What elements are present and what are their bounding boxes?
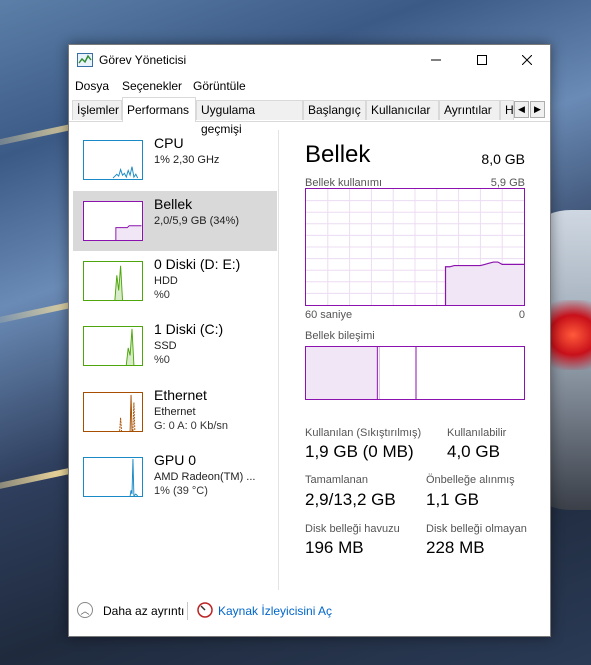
sidebar-item-detail: 1% 2,30 GHz — [154, 154, 220, 166]
menu-bar: Dosya Seçenekler Görüntüle — [69, 76, 550, 96]
tab-processes[interactable]: İşlemler — [72, 100, 122, 120]
stat-available-label: Kullanılabilir — [447, 427, 507, 439]
menu-file[interactable]: Dosya — [75, 79, 109, 93]
stat-committed-value: 2,9/13,2 GB — [305, 490, 396, 509]
sidebar-item-detail: 2,0/5,9 GB (34%) — [154, 215, 239, 227]
graph-axis-right: 0 — [518, 309, 525, 321]
stat-committed-label: Tamamlanan — [305, 474, 368, 486]
title-bar[interactable]: Görev Yöneticisi — [69, 45, 550, 75]
open-resource-monitor-link[interactable]: Kaynak İzleyicisini Aç — [218, 604, 332, 618]
window-title: Görev Yöneticisi — [99, 53, 187, 67]
sidebar-item-name: Bellek — [154, 196, 193, 212]
menu-options[interactable]: Seçenekler — [122, 79, 182, 93]
sidebar-item-name: CPU — [154, 135, 184, 151]
sidebar-item-detail: AMD Radeon(TM) ... — [154, 471, 256, 483]
stat-nonpaged-pool-value: 228 MB — [426, 538, 485, 557]
composition-label: Bellek bileşimi — [305, 330, 375, 342]
usage-area — [445, 262, 524, 305]
stat-cached-label: Önbelleğe alınmış — [426, 474, 515, 486]
minimize-icon — [431, 59, 441, 61]
sidebar-item-usage: 1% (39 °C) — [154, 485, 208, 497]
sidebar-item-cpu[interactable]: CPU 1% 2,30 GHz — [73, 130, 277, 190]
close-button[interactable] — [504, 45, 550, 75]
memory-total: 8,0 GB — [481, 151, 525, 167]
sidebar-item-detail: HDD — [154, 275, 178, 287]
chevron-left-icon: ◀ — [518, 104, 525, 114]
tab-users[interactable]: Kullanıcılar — [366, 100, 439, 120]
performance-sidebar: CPU 1% 2,30 GHz Bellek 2,0/5,9 GB (34%) … — [72, 130, 279, 590]
memory-thumbnail-graph — [83, 201, 143, 241]
stat-nonpaged-label-clip: Disk belleği olmayan — [426, 523, 527, 537]
tab-details[interactable]: Ayrıntılar — [439, 100, 500, 120]
tab-scroll-right[interactable]: ▶ — [530, 101, 545, 118]
maximize-button[interactable] — [459, 45, 505, 75]
sidebar-item-memory[interactable]: Bellek 2,0/5,9 GB (34%) — [73, 191, 277, 251]
sidebar-item-name: 0 Diski (D: E:) — [154, 256, 241, 272]
composition-in-use — [306, 347, 378, 399]
minimize-button[interactable] — [413, 45, 459, 75]
sidebar-item-usage: %0 — [154, 289, 170, 301]
sidebar-item-detail: SSD — [154, 340, 177, 352]
stat-available-value: 4,0 GB — [447, 442, 500, 461]
disk-1-thumbnail-graph — [83, 326, 143, 366]
sidebar-item-gpu[interactable]: GPU 0 AMD Radeon(TM) ... 1% (39 °C) — [73, 447, 277, 507]
tab-strip: İşlemler Performans Uygulama geçmişi Baş… — [69, 97, 550, 136]
ethernet-thumbnail-graph — [83, 392, 143, 432]
cpu-thumbnail-graph — [83, 140, 143, 180]
sidebar-item-name: GPU 0 — [154, 452, 197, 468]
stat-in-use-label: Kullanılan (Sıkıştırılmış) — [305, 427, 422, 439]
menu-view[interactable]: Görüntüle — [193, 79, 246, 93]
sidebar-item-detail: Ethernet — [154, 406, 196, 418]
gpu-thumbnail-graph — [83, 457, 143, 497]
footer-bar: ︿ Daha az ayrıntı Kaynak İzleyicisini Aç — [69, 593, 550, 633]
tab-scroll-left[interactable]: ◀ — [514, 101, 529, 118]
sidebar-item-name: Ethernet — [154, 387, 207, 403]
sidebar-item-disk-0[interactable]: 0 Diski (D: E:) HDD %0 — [73, 251, 277, 311]
task-manager-window: Görev Yöneticisi Dosya Seçenekler Görünt… — [68, 44, 551, 637]
stat-cached-value: 1,1 GB — [426, 490, 479, 509]
memory-composition-bar — [305, 346, 525, 400]
disk-0-thumbnail-graph — [83, 261, 143, 301]
sidebar-item-name: 1 Diski (C:) — [154, 321, 224, 337]
stat-in-use-value: 1,9 GB (0 MB) — [305, 442, 414, 461]
chevron-up-icon[interactable]: ︿ — [77, 602, 93, 618]
memory-detail-panel: Bellek 8,0 GB Bellek kullanımı 5,9 GB 60… — [305, 141, 527, 581]
tab-performance[interactable]: Performans — [122, 97, 196, 122]
page-title: Bellek — [305, 141, 371, 168]
fewer-details-link[interactable]: Daha az ayrıntı — [103, 604, 184, 618]
sidebar-item-disk-1[interactable]: 1 Diski (C:) SSD %0 — [73, 316, 277, 376]
stat-paged-pool-value: 196 MB — [305, 538, 364, 557]
tab-app-history[interactable]: Uygulama geçmişi — [196, 100, 303, 136]
sidebar-item-ethernet[interactable]: Ethernet Ethernet G: 0 A: 0 Kb/sn — [73, 382, 277, 442]
tab-startup[interactable]: Başlangıç — [303, 100, 366, 120]
chevron-right-icon: ▶ — [534, 104, 541, 114]
resource-monitor-icon[interactable] — [197, 602, 213, 618]
stat-paged-pool-label: Disk belleği havuzu — [305, 523, 400, 535]
footer-divider — [187, 602, 188, 620]
task-manager-icon — [77, 53, 93, 67]
tab-services[interactable]: H — [500, 100, 514, 120]
sidebar-item-usage: %0 — [154, 354, 170, 366]
stat-nonpaged-pool-label: Disk belleği olmayan — [426, 523, 527, 535]
memory-usage-graph — [305, 188, 525, 306]
maximize-icon — [477, 55, 487, 65]
sidebar-item-usage: G: 0 A: 0 Kb/sn — [154, 420, 228, 432]
close-icon — [522, 55, 532, 65]
graph-axis-left: 60 saniye — [305, 309, 353, 321]
